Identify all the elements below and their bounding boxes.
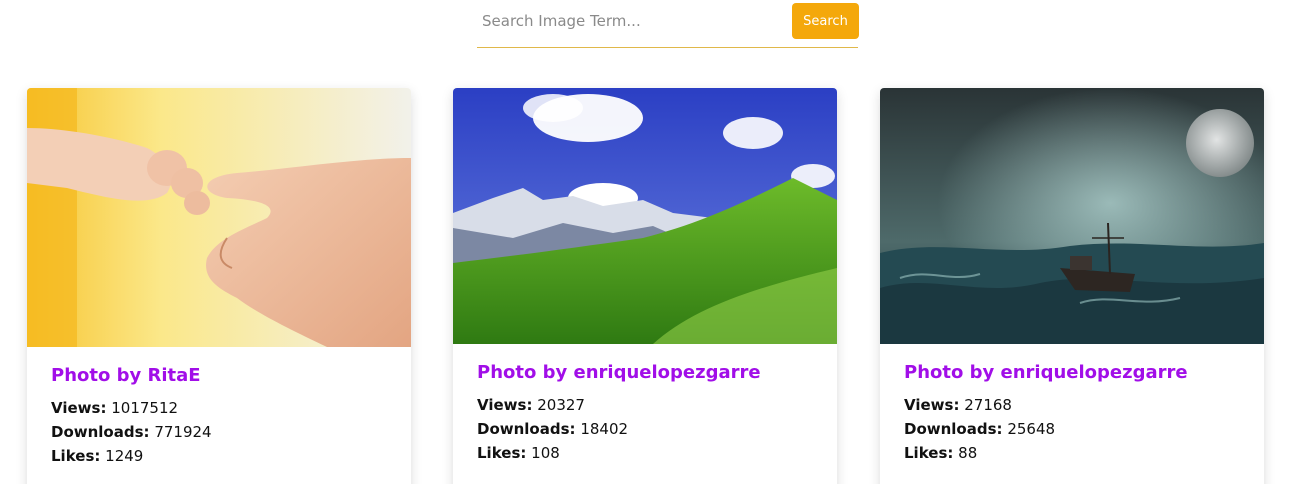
likes-stat: Likes: 88 [904,441,1240,465]
views-label: Views: [904,396,960,414]
likes-stat: Likes: 108 [477,441,813,465]
card-image[interactable] [453,88,837,344]
card-body: Photo by enriquelopezgarre Views: 27168 … [880,344,1264,483]
card-body: Photo by RitaE Views: 1017512 Downloads:… [27,347,411,484]
card-title[interactable]: Photo by RitaE [51,365,387,386]
likes-stat: Likes: 1249 [51,444,387,468]
image-card: Photo by enriquelopezgarre Views: 27168 … [880,88,1264,484]
likes-label: Likes: [904,444,954,462]
downloads-stat: Downloads: 25648 [904,417,1240,441]
search-input[interactable] [477,3,787,39]
card-title[interactable]: Photo by enriquelopezgarre [904,362,1240,383]
downloads-stat: Downloads: 771924 [51,420,387,444]
downloads-label: Downloads: [51,423,150,441]
views-value: 1017512 [111,399,179,417]
downloads-label: Downloads: [477,420,576,438]
downloads-label: Downloads: [904,420,1003,438]
likes-label: Likes: [51,447,101,465]
views-stat: Views: 20327 [477,393,813,417]
likes-value: 108 [531,444,560,462]
card-image[interactable] [880,88,1264,344]
views-value: 27168 [964,396,1012,414]
likes-label: Likes: [477,444,527,462]
downloads-value: 25648 [1007,420,1056,438]
search-form: Search [477,0,859,48]
views-stat: Views: 27168 [904,393,1240,417]
search-button[interactable]: Search [792,3,859,39]
downloads-value: 18402 [580,420,629,438]
downloads-value: 771924 [154,423,212,441]
card-body: Photo by enriquelopezgarre Views: 20327 … [453,344,837,483]
views-stat: Views: 1017512 [51,396,387,420]
views-label: Views: [477,396,533,414]
card-image[interactable] [27,88,411,347]
card-title[interactable]: Photo by enriquelopezgarre [477,362,813,383]
views-label: Views: [51,399,107,417]
likes-value: 1249 [105,447,144,465]
likes-value: 88 [958,444,978,462]
image-card: Photo by enriquelopezgarre Views: 20327 … [453,88,837,484]
views-value: 20327 [537,396,585,414]
image-card: Photo by RitaE Views: 1017512 Downloads:… [27,88,411,484]
downloads-stat: Downloads: 18402 [477,417,813,441]
